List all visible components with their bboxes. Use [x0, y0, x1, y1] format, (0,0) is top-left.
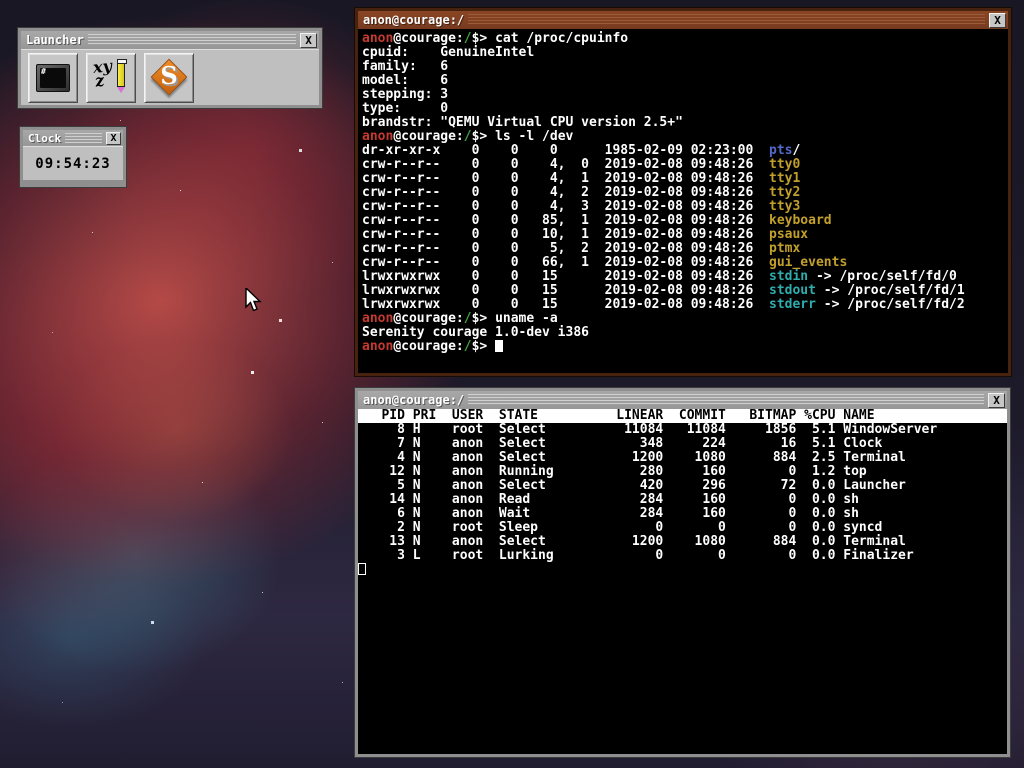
terminal-line: [358, 563, 1007, 577]
process-title: anon@courage:/: [363, 393, 465, 407]
terminal-line: type: 0: [362, 101, 449, 116]
launch-serenity-button[interactable]: S: [144, 53, 194, 103]
launcher-window: Launcher X # xy z S: [17, 27, 323, 109]
launcher-title: Launcher: [26, 33, 84, 47]
close-icon[interactable]: X: [106, 131, 121, 145]
process-table-row: 7 N anon Select 348 224 16 5.1 Clock: [358, 436, 883, 451]
process-table-row: 12 N anon Running 280 160 0 1.2 top: [358, 464, 867, 479]
process-screen[interactable]: PID PRI USER STATE LINEAR COMMIT BITMAP …: [358, 409, 1007, 754]
close-icon[interactable]: X: [300, 32, 317, 48]
terminal-line: lrwxrwxrwx 0 0 15 2019-02-08 09:48:26 st…: [362, 297, 965, 312]
clock-time: 09:54:23: [35, 155, 111, 172]
process-table-row: 4 N anon Select 1200 1080 884 2.5 Termin…: [358, 450, 906, 465]
terminal-icon: #: [36, 64, 70, 92]
terminal-line: model: 6: [362, 73, 449, 88]
desktop: { "palette": { "r":"#c43a30", "w":"#ffff…: [0, 0, 1024, 768]
terminal-line: anon@courage:/$> cat /proc/cpuinfo: [362, 31, 629, 46]
process-table-row: 8 H root Select 11084 11084 1856 5.1 Win…: [358, 422, 938, 437]
process-table-header: PID PRI USER STATE LINEAR COMMIT BITMAP …: [358, 409, 1007, 423]
clock-titlebar[interactable]: Clock X: [23, 130, 123, 146]
terminal-window: anon@courage:/ X anon@courage:/$> cat /p…: [354, 7, 1012, 377]
terminal-line: family: 6: [362, 59, 449, 74]
text-cursor: [495, 340, 504, 352]
launcher-body: # xy z S: [21, 49, 319, 105]
terminal-line: crw-r--r-- 0 0 4, 0 2019-02-08 09:48:26 …: [362, 157, 801, 172]
terminal-line: crw-r--r-- 0 0 4, 2 2019-02-08 09:48:26 …: [362, 185, 801, 200]
process-table-row: 2 N root Sleep 0 0 0 0.0 syncd: [358, 520, 883, 535]
terminal-title: anon@courage:/: [363, 13, 465, 27]
process-table-row: 3 L root Lurking 0 0 0 0.0 Finalizer: [358, 548, 914, 563]
terminal-line: crw-r--r-- 0 0 10, 1 2019-02-08 09:48:26…: [362, 227, 809, 242]
process-table-row: 5 N anon Select 420 296 72 0.0 Launcher: [358, 478, 906, 493]
terminal-line: dr-xr-xr-x 0 0 0 1985-02-09 02:23:00 pts…: [362, 143, 801, 158]
text-editor-icon: xy z: [92, 56, 130, 95]
terminal-line: crw-r--r-- 0 0 5, 2 2019-02-08 09:48:26 …: [362, 241, 801, 256]
titlebar-stripes: [468, 394, 984, 406]
clock-body: 09:54:23: [23, 146, 123, 180]
terminal-line: brandstr: "QEMU Virtual CPU version 2.5+…: [362, 115, 683, 130]
process-table-row: 6 N anon Wait 284 160 0 0.0 sh: [358, 506, 859, 521]
terminal-screen[interactable]: anon@courage:/$> cat /proc/cpuinfo cpuid:…: [358, 29, 1008, 373]
terminal-line: crw-r--r-- 0 0 85, 1 2019-02-08 09:48:26…: [362, 213, 832, 228]
mouse-cursor-icon: [245, 288, 262, 312]
terminal-line: cpuid: GenuineIntel: [362, 45, 535, 60]
terminal-line: Serenity courage 1.0-dev i386: [362, 325, 589, 340]
terminal-line: stepping: 3: [362, 87, 449, 102]
titlebar-stripes: [65, 133, 102, 143]
wallpaper-stars: [0, 0, 1, 1]
titlebar-stripes: [87, 34, 296, 46]
terminal-line: anon@courage:/$>: [362, 340, 1004, 354]
titlebar-stripes: [468, 14, 985, 26]
clock-window: Clock X 09:54:23: [19, 126, 127, 188]
terminal-line: anon@courage:/$> uname -a: [362, 311, 558, 326]
process-titlebar[interactable]: anon@courage:/ X: [358, 391, 1007, 409]
clock-title: Clock: [28, 131, 62, 145]
terminal-line: lrwxrwxrwx 0 0 15 2019-02-08 09:48:26 st…: [362, 269, 957, 284]
terminal-line: crw-r--r-- 0 0 66, 1 2019-02-08 09:48:26…: [362, 255, 848, 270]
launch-text-editor-button[interactable]: xy z: [86, 53, 136, 103]
terminal-line: crw-r--r-- 0 0 4, 3 2019-02-08 09:48:26 …: [362, 199, 801, 214]
launcher-titlebar[interactable]: Launcher X: [21, 31, 319, 49]
close-icon[interactable]: X: [989, 12, 1006, 28]
process-window: anon@courage:/ X PID PRI USER STATE LINE…: [354, 387, 1011, 758]
text-cursor: [358, 563, 366, 575]
serenity-icon: S: [149, 58, 189, 97]
close-icon[interactable]: X: [988, 392, 1005, 408]
process-table-row: 13 N anon Select 1200 1080 884 0.0 Termi…: [358, 534, 906, 549]
terminal-titlebar[interactable]: anon@courage:/ X: [358, 11, 1008, 29]
process-table-row: 14 N anon Read 284 160 0 0.0 sh: [358, 492, 859, 507]
terminal-line: anon@courage:/$> ls -l /dev: [362, 129, 574, 144]
pencil-icon: [117, 59, 127, 93]
terminal-line: crw-r--r-- 0 0 4, 1 2019-02-08 09:48:26 …: [362, 171, 801, 186]
terminal-line: lrwxrwxrwx 0 0 15 2019-02-08 09:48:26 st…: [362, 283, 965, 298]
launch-terminal-button[interactable]: #: [28, 53, 78, 103]
